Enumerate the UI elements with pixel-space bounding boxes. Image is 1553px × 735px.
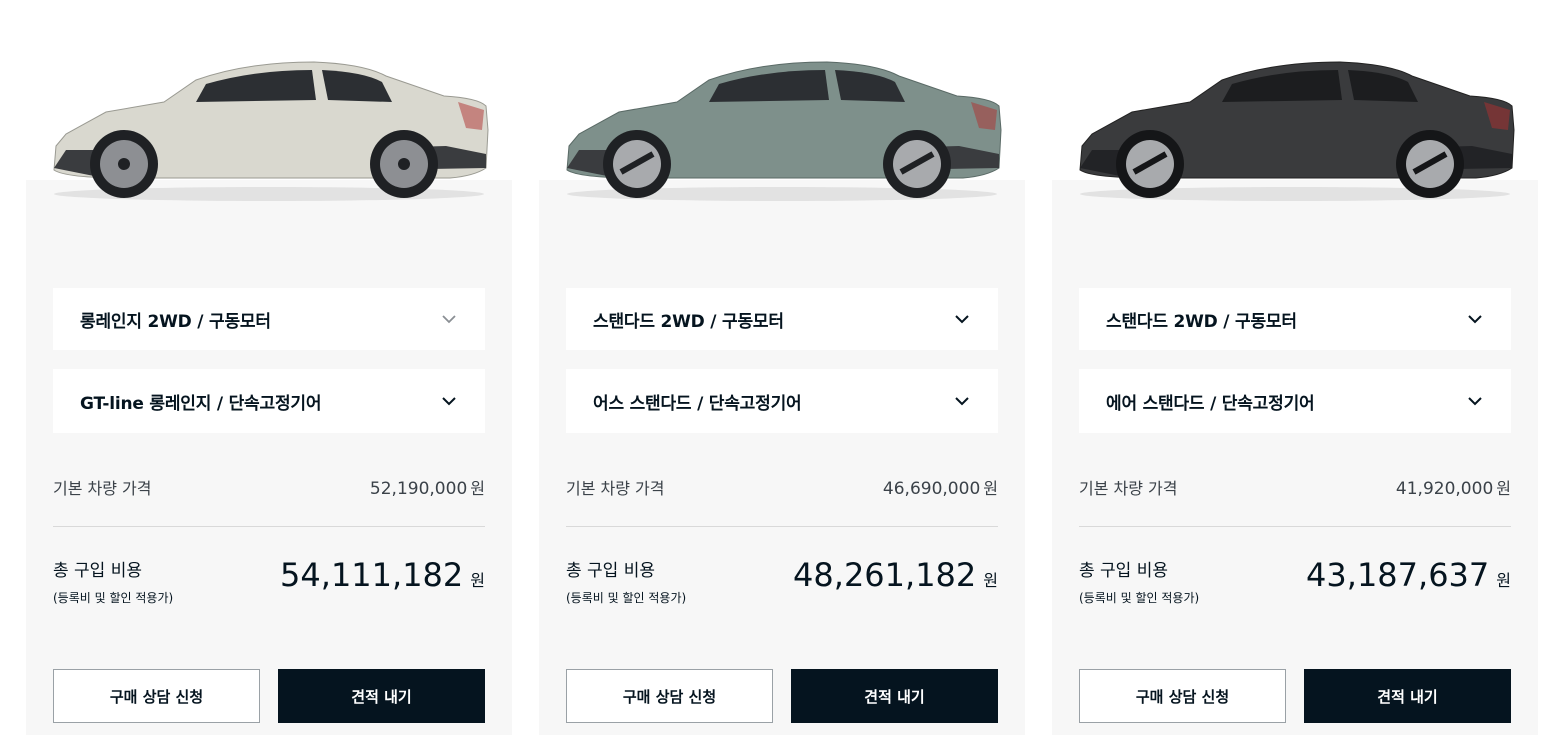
trim-card: 스탠다드 2WD / 구동모터 에어 스탠다드 / 단속고정기어 기본 차량 가… (1052, 0, 1538, 735)
variant-select-label: 에어 스탠다드 / 단속고정기어 (1106, 393, 1315, 414)
consult-button[interactable]: 구매 상담 신청 (53, 669, 260, 723)
base-price-label: 기본 차량 가격 (1079, 479, 1178, 498)
trim-select[interactable]: 롱레인지 2WD / 구동모터 (53, 288, 485, 350)
chevron-down-icon (955, 315, 969, 324)
variant-select-label: GT-line 롱레인지 / 단속고정기어 (80, 393, 322, 414)
variant-select-label: 어스 스탠다드 / 단속고정기어 (593, 393, 802, 414)
trim-select[interactable]: 스탠다드 2WD / 구동모터 (1079, 288, 1511, 350)
consult-button[interactable]: 구매 상담 신청 (566, 669, 773, 723)
trim-select-label: 스탠다드 2WD / 구동모터 (1106, 311, 1297, 332)
base-price-row: 기본 차량 가격 46,690,000 원 (566, 474, 998, 500)
base-price-number: 41,920,000 (1395, 479, 1494, 499)
chevron-down-icon (1468, 397, 1482, 406)
divider (566, 526, 998, 527)
trim-select-label: 스탠다드 2WD / 구동모터 (593, 311, 784, 332)
trim-comparison: 롱레인지 2WD / 구동모터 GT-line 롱레인지 / 단속고정기어 기본… (0, 0, 1553, 735)
total-price-unit: 원 (1496, 571, 1511, 590)
base-price-value: 52,190,000 원 (370, 475, 485, 499)
total-price-number: 54,111,182 (280, 556, 464, 594)
total-price-label: 총 구입 비용 (1079, 561, 1169, 581)
total-price-value: 43,187,637 원 (1306, 556, 1511, 594)
divider (53, 526, 485, 527)
trim-select-label: 롱레인지 2WD / 구동모터 (80, 311, 271, 332)
total-price-value: 48,261,182 원 (793, 556, 998, 594)
total-price-unit: 원 (470, 571, 485, 590)
chevron-down-icon (442, 397, 456, 406)
quote-button[interactable]: 견적 내기 (1304, 669, 1511, 723)
chevron-down-icon (955, 397, 969, 406)
total-price-value: 54,111,182 원 (280, 556, 485, 594)
base-price-row: 기본 차량 가격 41,920,000 원 (1079, 474, 1511, 500)
base-price-unit: 원 (983, 479, 998, 498)
total-price-note: (등록비 및 할인 적용가) (566, 591, 687, 605)
total-price-unit: 원 (983, 571, 998, 590)
base-price-unit: 원 (1496, 479, 1511, 498)
variant-select[interactable]: 어스 스탠다드 / 단속고정기어 (566, 369, 998, 433)
base-price-value: 41,920,000 원 (1396, 475, 1511, 499)
trim-card: 스탠다드 2WD / 구동모터 어스 스탠다드 / 단속고정기어 기본 차량 가… (539, 0, 1025, 735)
card-background (1052, 180, 1538, 735)
chevron-down-icon (442, 315, 456, 324)
base-price-number: 52,190,000 (369, 479, 468, 499)
total-price-note: (등록비 및 할인 적용가) (1079, 591, 1200, 605)
total-price-number: 48,261,182 (793, 556, 977, 594)
variant-select[interactable]: 에어 스탠다드 / 단속고정기어 (1079, 369, 1511, 433)
base-price-value: 46,690,000 원 (883, 475, 998, 499)
divider (1079, 526, 1511, 527)
chevron-down-icon (1468, 315, 1482, 324)
base-price-number: 46,690,000 (882, 479, 981, 499)
car-image (1079, 61, 1515, 201)
consult-button[interactable]: 구매 상담 신청 (1079, 669, 1286, 723)
base-price-label: 기본 차량 가격 (566, 479, 665, 498)
card-background (539, 180, 1025, 735)
car-image (53, 61, 489, 201)
base-price-unit: 원 (470, 479, 485, 498)
quote-button[interactable]: 견적 내기 (278, 669, 485, 723)
base-price-label: 기본 차량 가격 (53, 479, 152, 498)
base-price-row: 기본 차량 가격 52,190,000 원 (53, 474, 485, 500)
total-price-label: 총 구입 비용 (566, 561, 656, 581)
quote-button[interactable]: 견적 내기 (791, 669, 998, 723)
total-price-label: 총 구입 비용 (53, 561, 143, 581)
car-image (566, 61, 1002, 201)
card-background (26, 180, 512, 735)
trim-select[interactable]: 스탠다드 2WD / 구동모터 (566, 288, 998, 350)
trim-card: 롱레인지 2WD / 구동모터 GT-line 롱레인지 / 단속고정기어 기본… (26, 0, 512, 735)
total-price-number: 43,187,637 (1306, 556, 1490, 594)
total-price-note: (등록비 및 할인 적용가) (53, 591, 174, 605)
variant-select[interactable]: GT-line 롱레인지 / 단속고정기어 (53, 369, 485, 433)
